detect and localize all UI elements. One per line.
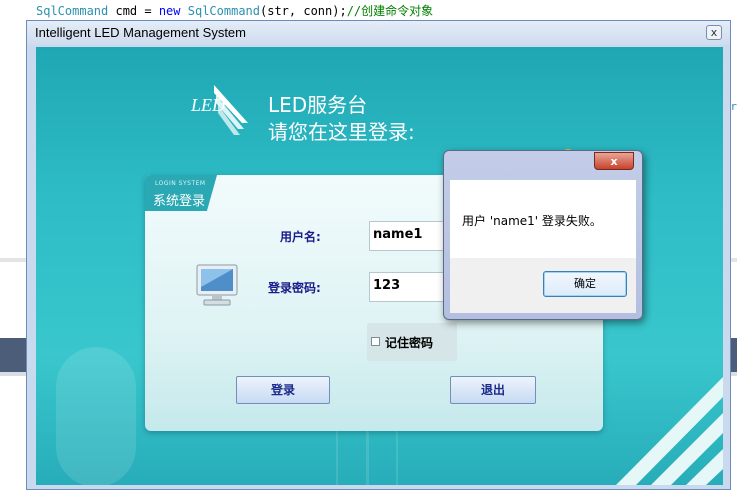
decor-glow — [56, 347, 136, 485]
panel-tab: LOGIN SYSTEM 系统登录 — [145, 175, 217, 211]
ide-code-line: SqlCommand cmd = new SqlCommand(str, con… — [0, 0, 737, 20]
panel-tab-caption: LOGIN SYSTEM — [155, 180, 206, 187]
username-label: 用户名: — [280, 230, 321, 244]
code-token: cmd = — [108, 4, 159, 18]
message-box-close-button[interactable]: x — [594, 152, 634, 170]
code-token: (str, conn); — [260, 4, 347, 18]
remember-password-label: 记住密码 — [385, 336, 434, 350]
panel-tab-label: 系统登录 — [153, 194, 206, 209]
message-box: x 用户 'name1' 登录失败。 确定 — [443, 150, 643, 320]
window-close-button[interactable]: x — [706, 25, 722, 40]
app-subtitle: 请您在这里登录: — [268, 120, 415, 144]
remember-password-area: 记住密码 — [367, 323, 457, 361]
decor-stripes-icon — [616, 377, 723, 485]
password-label: 登录密码: — [268, 281, 321, 295]
ok-button[interactable]: 确定 — [543, 271, 627, 297]
message-text: 用户 'name1' 登录失败。 — [462, 214, 602, 228]
logo-text: LED — [191, 95, 226, 115]
computer-monitor-icon — [196, 264, 238, 306]
code-comment: //创建命令对象 — [346, 4, 434, 18]
message-box-footer: 确定 — [450, 258, 636, 313]
title-bar[interactable]: Intelligent LED Management System x — [27, 21, 730, 45]
message-box-body: 用户 'name1' 登录失败。 — [450, 180, 636, 258]
code-type-token: SqlCommand — [180, 4, 260, 18]
remember-password-checkbox[interactable] — [371, 337, 380, 346]
code-type-token: SqlCommand — [36, 4, 109, 18]
exit-button[interactable]: 退出 — [450, 376, 536, 404]
app-title: LED服务台 — [268, 93, 368, 117]
code-keyword-token: new — [158, 4, 181, 18]
window-title: Intelligent LED Management System — [35, 25, 246, 40]
login-button[interactable]: 登录 — [236, 376, 330, 404]
